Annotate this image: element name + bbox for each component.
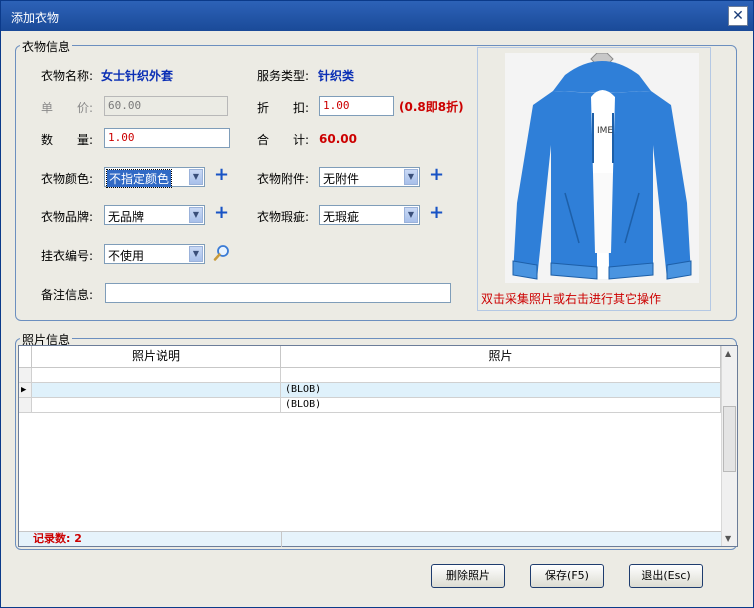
service-type-value: 针织类 xyxy=(318,69,355,83)
column-header-description[interactable]: 照片说明 xyxy=(32,346,281,368)
cell-description[interactable] xyxy=(32,383,281,398)
scroll-up-icon[interactable]: ▲ xyxy=(725,349,731,358)
add-clothing-window: 添加衣物 ✕ 衣物信息 衣物名称: 女士针织外套 服务类型: 针织类 单 价: … xyxy=(0,0,754,608)
price-label-b: 价: xyxy=(77,101,94,115)
chevron-down-icon[interactable]: ▼ xyxy=(189,246,203,262)
accessory-select[interactable]: 无附件 ▼ xyxy=(319,167,420,187)
photo-hint: 双击采集照片或右击进行其它操作 xyxy=(481,292,662,306)
clothing-info-legend: 衣物信息 xyxy=(20,38,73,55)
record-count: 记录数: 2 xyxy=(33,532,82,545)
color-label: 衣物颜色: xyxy=(41,172,94,186)
row-indicator xyxy=(19,368,32,383)
cell-description[interactable] xyxy=(32,398,281,413)
delete-photo-button[interactable]: 删除照片 xyxy=(431,564,505,588)
footer-divider xyxy=(281,532,282,547)
cell-photo[interactable]: (BLOB) xyxy=(281,383,721,398)
clothing-name-value: 女士针织外套 xyxy=(101,69,174,83)
hanger-number-value: 不使用 xyxy=(108,249,145,263)
chevron-down-icon[interactable]: ▼ xyxy=(404,207,418,223)
table-row[interactable] xyxy=(19,368,721,383)
service-type-label: 服务类型: xyxy=(257,69,310,83)
grid-footer: 记录数: 2 xyxy=(19,531,721,547)
hanger-number-select[interactable]: 不使用 ▼ xyxy=(104,244,205,264)
chevron-down-icon[interactable]: ▼ xyxy=(189,207,203,223)
cell-description[interactable] xyxy=(32,368,281,383)
hanger-number-label: 挂衣编号: xyxy=(41,249,94,263)
table-row[interactable]: (BLOB) xyxy=(19,398,721,413)
exit-button[interactable]: 退出(Esc) xyxy=(629,564,703,588)
grid-corner xyxy=(19,346,32,368)
add-accessory-icon[interactable]: + xyxy=(429,166,444,184)
total-label-b: 计: xyxy=(293,133,310,147)
color-select[interactable]: 不指定颜色 ▼ xyxy=(104,167,205,188)
cell-photo[interactable] xyxy=(281,368,721,383)
jacket-image: IME xyxy=(505,52,699,283)
window-title: 添加衣物 xyxy=(11,11,60,25)
cell-photo[interactable]: (BLOB) xyxy=(281,398,721,413)
remark-label: 备注信息: xyxy=(41,288,94,302)
total-value: 60.00 xyxy=(319,132,357,146)
current-row-arrow-icon: ▶ xyxy=(19,383,32,398)
brand-select[interactable]: 无品牌 ▼ xyxy=(104,205,205,225)
scroll-thumb[interactable] xyxy=(723,406,736,472)
discount-label-a: 折 xyxy=(257,101,270,115)
discount-label-b: 扣: xyxy=(293,101,310,115)
title-bar: 添加衣物 ✕ xyxy=(1,1,753,31)
accessory-label: 衣物附件: xyxy=(257,172,310,186)
vertical-scrollbar[interactable]: ▲ ▼ xyxy=(721,346,737,546)
chevron-down-icon[interactable]: ▼ xyxy=(404,169,418,185)
accessory-select-value: 无附件 xyxy=(323,172,360,186)
column-header-photo[interactable]: 照片 xyxy=(281,346,721,368)
remark-field[interactable] xyxy=(105,283,451,303)
svg-text:IME: IME xyxy=(597,126,613,136)
quantity-label-b: 量: xyxy=(77,133,94,147)
price-label-a: 单 xyxy=(41,101,54,115)
add-brand-icon[interactable]: + xyxy=(214,204,229,222)
defect-label: 衣物瑕疵: xyxy=(257,210,310,224)
discount-field[interactable]: 1.00 xyxy=(319,96,394,116)
price-field: 60.00 xyxy=(104,96,228,116)
quantity-label-a: 数 xyxy=(41,133,54,147)
add-color-icon[interactable]: + xyxy=(214,166,229,184)
color-select-value: 不指定颜色 xyxy=(105,169,173,188)
table-row[interactable]: ▶ (BLOB) xyxy=(19,383,721,398)
close-icon[interactable]: ✕ xyxy=(728,6,748,26)
quantity-field[interactable]: 1.00 xyxy=(104,128,230,148)
row-indicator xyxy=(19,398,32,413)
defect-select-value: 无瑕疵 xyxy=(323,210,360,224)
search-icon[interactable] xyxy=(213,244,231,262)
add-defect-icon[interactable]: + xyxy=(429,204,444,222)
brand-label: 衣物品牌: xyxy=(41,210,94,224)
discount-hint: (0.8即8折) xyxy=(399,100,464,114)
clothing-photo[interactable]: IME xyxy=(505,52,699,283)
defect-select[interactable]: 无瑕疵 ▼ xyxy=(319,205,420,225)
total-label-a: 合 xyxy=(257,133,270,147)
clothing-name-label: 衣物名称: xyxy=(41,69,94,83)
photo-grid[interactable]: 照片说明 照片 ▶ (BLOB) (BLOB) 记录数: 2 ▲ ▼ xyxy=(18,345,738,547)
chevron-down-icon[interactable]: ▼ xyxy=(189,169,203,185)
brand-select-value: 无品牌 xyxy=(108,210,145,224)
save-button[interactable]: 保存(F5) xyxy=(530,564,604,588)
scroll-down-icon[interactable]: ▼ xyxy=(725,534,731,543)
